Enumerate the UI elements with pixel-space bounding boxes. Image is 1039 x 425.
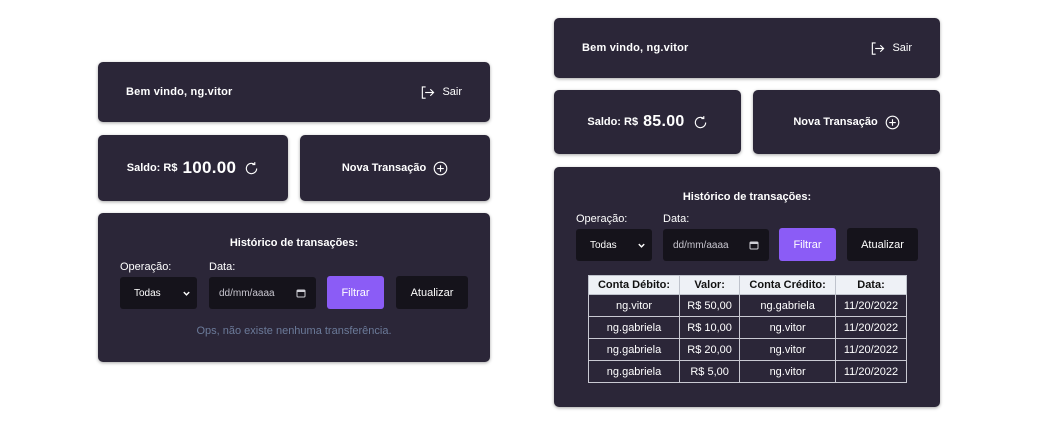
history-card-right: Histórico de transações: Operação: Data:… bbox=[554, 167, 940, 407]
balance-card-left: Saldo: R$ 100.00 bbox=[98, 135, 288, 201]
table-row: ng.gabriela R$ 5,00 ng.vitor 11/20/2022 bbox=[588, 360, 907, 383]
table-row: ng.gabriela R$ 10,00 ng.vitor 11/20/2022 bbox=[588, 316, 907, 339]
refresh-icon[interactable] bbox=[693, 115, 708, 130]
new-transaction-card-right[interactable]: Nova Transação bbox=[753, 90, 940, 154]
plus-circle-icon bbox=[433, 161, 448, 176]
date-label: Data: bbox=[663, 213, 690, 225]
operation-select-value: Todas bbox=[134, 287, 161, 299]
chevron-down-icon bbox=[637, 241, 646, 250]
filter-button[interactable]: Filtrar bbox=[327, 276, 384, 309]
balance-label: Saldo: R$ bbox=[587, 116, 639, 128]
new-transaction-label: Nova Transação bbox=[341, 162, 427, 174]
logout-icon bbox=[420, 85, 435, 100]
refresh-button[interactable]: Atualizar bbox=[847, 228, 918, 261]
table-header-row: Conta Débito: Valor: Conta Crédito: Data… bbox=[588, 275, 907, 295]
table-cell: 11/20/2022 bbox=[835, 294, 907, 317]
table-cell: ng.vitor bbox=[739, 316, 837, 339]
table-cell: ng.vitor bbox=[588, 294, 680, 317]
date-placeholder: dd/mm/aaaa bbox=[219, 287, 275, 299]
refresh-icon[interactable] bbox=[244, 161, 259, 176]
chevron-down-icon bbox=[182, 289, 191, 298]
operation-label: Operação: bbox=[576, 213, 628, 225]
refresh-button[interactable]: Atualizar bbox=[396, 276, 468, 309]
table-cell: ng.gabriela bbox=[588, 316, 680, 339]
date-placeholder: dd/mm/aaaa bbox=[673, 239, 729, 251]
history-title: Histórico de transações: bbox=[229, 237, 359, 249]
filter-button[interactable]: Filtrar bbox=[779, 228, 836, 261]
welcome-text: Bem vindo, ng.vitor bbox=[126, 86, 233, 98]
welcome-text: Bem vindo, ng.vitor bbox=[582, 42, 689, 54]
table-cell: ng.vitor bbox=[739, 338, 837, 361]
history-title: Histórico de transações: bbox=[682, 191, 812, 203]
date-input[interactable]: dd/mm/aaaa bbox=[663, 229, 769, 261]
operation-select-value: Todas bbox=[590, 239, 617, 251]
new-transaction-label: Nova Transação bbox=[793, 116, 878, 128]
table-cell: ng.vitor bbox=[739, 360, 837, 383]
balance-value: 100.00 bbox=[182, 158, 237, 177]
table-cell: 11/20/2022 bbox=[835, 360, 907, 383]
balance-value: 85.00 bbox=[643, 113, 685, 130]
logout-label: Sair bbox=[442, 86, 462, 98]
table-cell: ng.gabriela bbox=[739, 294, 837, 317]
plus-circle-icon bbox=[885, 115, 900, 130]
transactions-table: Conta Débito: Valor: Conta Crédito: Data… bbox=[588, 275, 907, 383]
header-card-left: Bem vindo, ng.vitor Sair bbox=[98, 62, 490, 122]
logout-button[interactable]: Sair bbox=[870, 41, 912, 56]
calendar-icon[interactable] bbox=[296, 288, 306, 298]
new-transaction-card-left[interactable]: Nova Transação bbox=[300, 135, 490, 201]
table-cell: R$ 20,00 bbox=[678, 338, 741, 361]
date-label: Data: bbox=[209, 261, 236, 273]
header-card-right: Bem vindo, ng.vitor Sair bbox=[554, 18, 940, 78]
table-cell: ng.gabriela bbox=[588, 360, 680, 383]
column-header: Conta Crédito: bbox=[739, 275, 837, 295]
table-cell: 11/20/2022 bbox=[835, 338, 907, 361]
column-header: Conta Débito: bbox=[588, 275, 680, 295]
operation-select[interactable]: Todas bbox=[120, 277, 197, 309]
table-cell: 11/20/2022 bbox=[835, 316, 907, 339]
table-row: ng.vitor R$ 50,00 ng.gabriela 11/20/2022 bbox=[588, 294, 907, 317]
date-input[interactable]: dd/mm/aaaa bbox=[209, 277, 316, 309]
logout-icon bbox=[870, 41, 885, 56]
empty-message: Ops, não existe nenhuma transferência. bbox=[196, 325, 392, 337]
logout-label: Sair bbox=[892, 42, 912, 54]
table-cell: R$ 10,00 bbox=[678, 316, 741, 339]
history-card-left: Histórico de transações: Operação: Data:… bbox=[98, 213, 490, 362]
balance-card-right: Saldo: R$ 85.00 bbox=[554, 90, 741, 154]
column-header: Data: bbox=[835, 275, 907, 295]
table-cell: R$ 5,00 bbox=[678, 360, 741, 383]
calendar-icon[interactable] bbox=[749, 240, 759, 250]
balance-label: Saldo: R$ bbox=[126, 162, 178, 174]
table-cell: ng.gabriela bbox=[588, 338, 680, 361]
table-row: ng.gabriela R$ 20,00 ng.vitor 11/20/2022 bbox=[588, 338, 907, 361]
logout-button[interactable]: Sair bbox=[420, 85, 462, 100]
operation-select[interactable]: Todas bbox=[576, 229, 652, 261]
operation-label: Operação: bbox=[120, 261, 172, 273]
column-header: Valor: bbox=[678, 275, 741, 295]
table-cell: R$ 50,00 bbox=[678, 294, 741, 317]
